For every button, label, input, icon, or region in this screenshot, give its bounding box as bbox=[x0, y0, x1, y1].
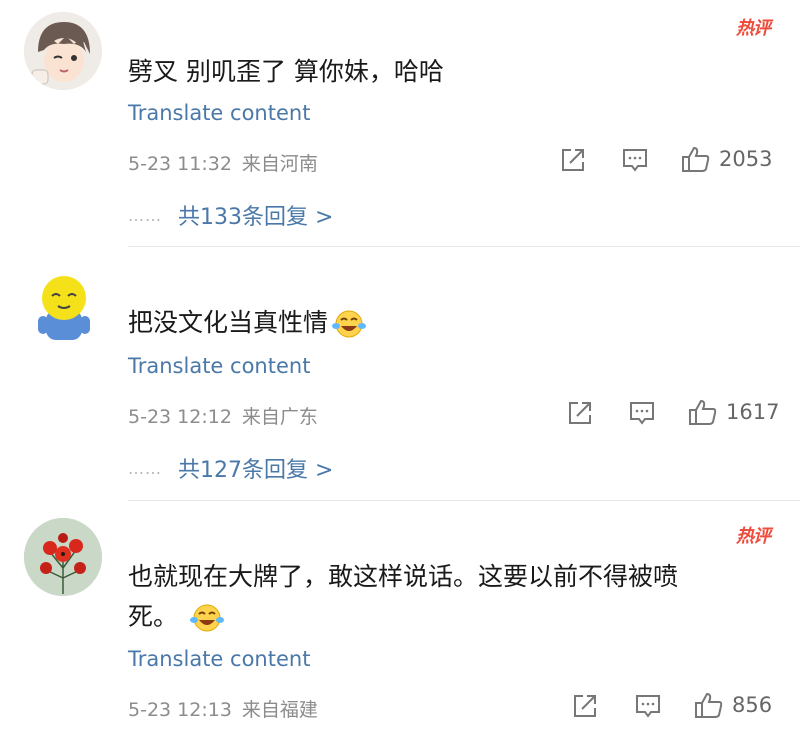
comment-location: 来自河南 bbox=[241, 153, 318, 175]
comment-text-content: 把没文化当真性情 bbox=[128, 308, 329, 337]
comment-text-line-1: 也就现在大牌了，敢这样说话。这要以前不得被喷 bbox=[128, 562, 679, 591]
share-icon bbox=[569, 402, 591, 424]
comment-item: 把没文化当真性情 Translate content 5-23 12:12 来自广… bbox=[0, 247, 800, 501]
comment-text: 劈叉 别叽歪了 算你妹，哈哈 bbox=[128, 57, 444, 86]
comment-icon bbox=[630, 402, 654, 425]
comment-item: 热评 也就现在大牌了，敢这样说话。这要以前不得被喷 死。 Translate c… bbox=[0, 500, 800, 736]
comment-icon bbox=[623, 149, 647, 172]
hot-comment-badge: 热评 bbox=[736, 526, 771, 547]
like-count: 856 bbox=[732, 693, 773, 717]
share-icon bbox=[562, 149, 584, 171]
translate-link[interactable]: Translate content bbox=[128, 647, 310, 671]
comment-meta: 5-23 12:12 来自广东 bbox=[128, 402, 318, 429]
anime-boy-avatar-icon bbox=[24, 12, 102, 90]
laugh-cry-emoji-icon bbox=[332, 310, 367, 338]
share-button[interactable] bbox=[560, 147, 586, 173]
share-icon bbox=[574, 695, 596, 717]
comment-time: 5-23 12:12 bbox=[128, 406, 232, 428]
like-count: 1617 bbox=[726, 400, 780, 424]
comment-meta: 5-23 12:13 来自福建 bbox=[128, 695, 318, 722]
comment-text: 也就现在大牌了，敢这样说话。这要以前不得被喷 死。 bbox=[128, 557, 768, 637]
comment-location: 来自福建 bbox=[241, 699, 318, 721]
reply-button[interactable] bbox=[628, 400, 656, 426]
comment-time: 5-23 11:32 bbox=[128, 153, 232, 175]
comment-location: 来自广东 bbox=[241, 406, 318, 428]
like-button[interactable]: 1617 bbox=[688, 398, 779, 426]
like-count: 2053 bbox=[719, 147, 773, 171]
comment-text: 把没文化当真性情 bbox=[128, 303, 768, 343]
reply-dots: …… bbox=[128, 205, 162, 225]
share-button[interactable] bbox=[567, 400, 593, 426]
like-button[interactable]: 2053 bbox=[681, 145, 772, 173]
comment-time: 5-23 12:13 bbox=[128, 699, 232, 721]
avatar[interactable] bbox=[24, 12, 102, 90]
like-button[interactable]: 856 bbox=[694, 691, 772, 719]
reply-count: 共127条回复 > bbox=[178, 458, 334, 483]
reply-button[interactable] bbox=[621, 147, 649, 173]
comment-text-line-2-content: 死。 bbox=[128, 602, 179, 631]
reply-count: 共133条回复 > bbox=[178, 205, 334, 230]
comment-icon bbox=[636, 695, 660, 718]
thumbs-up-icon bbox=[682, 146, 710, 172]
thumbs-up-icon bbox=[689, 399, 717, 425]
laugh-cry-emoji-icon bbox=[189, 604, 224, 632]
cartoon-character-avatar-icon bbox=[24, 266, 102, 344]
comment-item: 热评 劈叉 别叽歪了 算你妹，哈哈 Translate content 5-23… bbox=[0, 0, 800, 247]
reply-button[interactable] bbox=[634, 693, 662, 719]
translate-link[interactable]: Translate content bbox=[128, 101, 310, 125]
comment-text-line-2: 死。 bbox=[128, 597, 768, 637]
red-flowers-avatar-icon bbox=[24, 518, 102, 596]
view-replies-link[interactable]: …… 共133条回复 > bbox=[128, 199, 333, 231]
reply-dots: …… bbox=[128, 458, 162, 478]
share-button[interactable] bbox=[572, 693, 598, 719]
thumbs-up-icon bbox=[695, 692, 723, 718]
comment-meta: 5-23 11:32 来自河南 bbox=[128, 149, 318, 176]
avatar[interactable] bbox=[24, 518, 102, 596]
view-replies-link[interactable]: …… 共127条回复 > bbox=[128, 452, 333, 484]
hot-comment-badge: 热评 bbox=[736, 18, 771, 39]
translate-link[interactable]: Translate content bbox=[128, 354, 310, 378]
avatar[interactable] bbox=[24, 266, 102, 344]
